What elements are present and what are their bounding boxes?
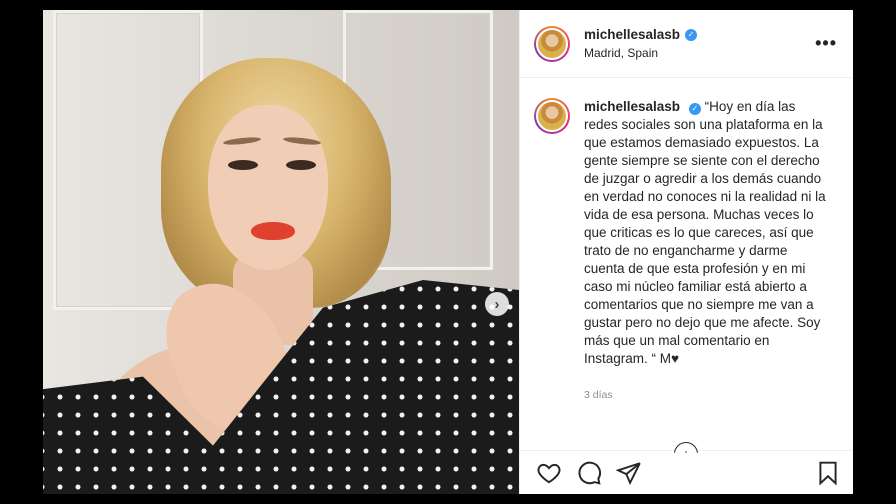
- more-options-icon[interactable]: •••: [815, 33, 837, 54]
- caption-text: “Hoy en día las redes sociales son una p…: [584, 99, 826, 366]
- post-photo[interactable]: ›: [43, 10, 519, 494]
- heart-icon[interactable]: [536, 460, 562, 486]
- caption: michellesalasb ✓ “Hoy en día las redes s…: [520, 78, 853, 450]
- header-username[interactable]: michellesalasb: [584, 27, 680, 42]
- caption-username[interactable]: michellesalasb: [584, 99, 680, 114]
- verified-badge-icon: ✓: [685, 28, 698, 41]
- face: [208, 105, 328, 270]
- share-icon[interactable]: [616, 460, 642, 486]
- chevron-right-icon: ›: [494, 295, 500, 313]
- action-bar: [520, 450, 853, 494]
- avatar[interactable]: [534, 25, 570, 62]
- location-link[interactable]: Madrid, Spain: [584, 46, 815, 60]
- next-photo-button[interactable]: ›: [485, 292, 509, 316]
- verified-badge-icon: ✓: [688, 103, 701, 115]
- instagram-post: › michellesalasb ✓ Madrid, Spain ••• mic…: [43, 10, 853, 494]
- post-header: michellesalasb ✓ Madrid, Spain •••: [520, 10, 853, 78]
- bookmark-icon[interactable]: [815, 460, 841, 486]
- post-sidebar: michellesalasb ✓ Madrid, Spain ••• miche…: [519, 10, 853, 494]
- comment-icon[interactable]: [576, 460, 602, 486]
- post-timestamp[interactable]: 3 días: [584, 386, 828, 404]
- eye: [286, 160, 316, 170]
- caption-avatar[interactable]: [534, 98, 570, 134]
- lips: [251, 222, 295, 240]
- eye: [228, 160, 258, 170]
